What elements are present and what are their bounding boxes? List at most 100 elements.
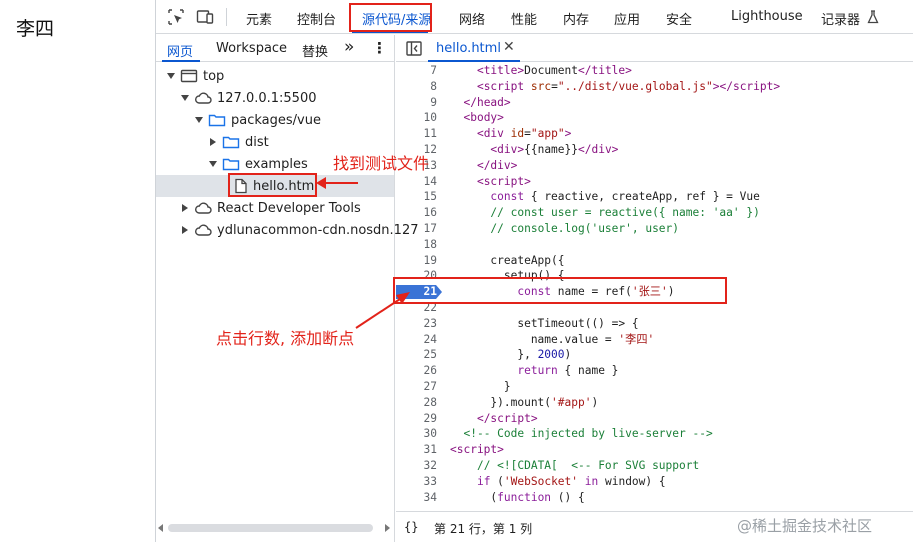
navigator-horizontal-scrollbar[interactable] xyxy=(156,521,395,535)
line-number[interactable]: 26 xyxy=(397,363,437,379)
line-number[interactable]: 31 xyxy=(397,442,437,458)
expanded-triangle-icon xyxy=(181,95,189,101)
line-number[interactable]: 18 xyxy=(397,237,437,253)
navigator-menu-button[interactable]: ⋮ xyxy=(372,39,387,57)
line-number[interactable]: 19 xyxy=(397,253,437,269)
device-toolbar-icon[interactable] xyxy=(196,8,214,26)
collapsed-triangle-icon xyxy=(182,204,188,212)
tree-item-examples[interactable]: examples xyxy=(208,153,308,175)
code-line: createApp({ xyxy=(450,253,565,267)
tree-label: 127.0.0.1:5500 xyxy=(217,90,317,106)
line-number[interactable]: 10 xyxy=(397,110,437,126)
annotation-arrow-up xyxy=(355,292,410,329)
cursor-position: 第 21 行，第 1 列 xyxy=(434,522,533,536)
tab-performance[interactable]: 性能 xyxy=(511,9,537,28)
line-number[interactable]: 32 xyxy=(397,458,437,474)
line-number[interactable]: 29 xyxy=(397,411,437,427)
tab-application[interactable]: 应用 xyxy=(614,9,640,28)
line-number[interactable]: 30 xyxy=(397,426,437,442)
file-tab-underline xyxy=(428,60,520,62)
watermark: @稀土掘金技术社区 xyxy=(737,517,873,535)
cloud-icon xyxy=(195,92,212,104)
folder-icon xyxy=(222,158,240,171)
tree-item-top[interactable]: top xyxy=(166,65,224,87)
editor-tabs: hello.html ✕ xyxy=(396,35,913,62)
tree-item-cdn[interactable]: ydlunacommon-cdn.nosdn.127 xyxy=(180,219,419,241)
cloud-icon xyxy=(195,224,212,236)
tree-item-host[interactable]: 127.0.0.1:5500 xyxy=(180,87,317,109)
tab-page[interactable]: 网页 xyxy=(167,41,193,60)
code-line: // <![CDATA[ <-- For SVG support xyxy=(476,459,700,472)
devtools-toolbar: 元素 控制台 源代码/来源 网络 性能 内存 应用 安全 Lighthouse … xyxy=(156,0,913,34)
tab-overrides[interactable]: 替换 xyxy=(302,41,328,60)
tab-console[interactable]: 控制台 xyxy=(297,9,336,28)
line-number[interactable]: 11 xyxy=(397,126,437,142)
line-number[interactable]: 33 xyxy=(397,474,437,490)
tab-memory[interactable]: 内存 xyxy=(563,9,589,28)
folder-icon xyxy=(222,136,240,149)
line-number[interactable]: 17 xyxy=(397,221,437,237)
scroll-right-icon[interactable] xyxy=(384,524,390,532)
close-tab-icon[interactable]: ✕ xyxy=(503,39,515,55)
cloud-icon xyxy=(195,202,212,214)
line-number[interactable]: 34 xyxy=(397,490,437,506)
expanded-triangle-icon xyxy=(209,161,217,167)
code-line: (function () { xyxy=(450,490,585,504)
tree-label: dist xyxy=(245,134,269,150)
line-number[interactable]: 9 xyxy=(397,95,437,111)
code-line: // const user = reactive({ name: 'aa' }) xyxy=(490,206,760,220)
line-number[interactable]: 14 xyxy=(397,174,437,190)
tab-security[interactable]: 安全 xyxy=(666,9,692,28)
devtools-panel: 元素 控制台 源代码/来源 网络 性能 内存 应用 安全 Lighthouse … xyxy=(155,0,913,542)
file-tab-hello-html[interactable]: hello.html xyxy=(436,41,501,56)
code-line: <title>Document</title> xyxy=(476,64,632,77)
expanded-triangle-icon xyxy=(195,117,203,123)
code-line: </head> xyxy=(463,95,511,109)
tree-item-react-devtools[interactable]: React Developer Tools xyxy=(180,197,361,219)
code-line: setTimeout(() => { xyxy=(450,316,639,330)
line-number[interactable]: 28 xyxy=(397,395,437,411)
tree-item-dist[interactable]: dist xyxy=(208,131,269,153)
tree-label: top xyxy=(203,68,225,84)
tab-lighthouse[interactable]: Lighthouse xyxy=(731,9,803,24)
line-number[interactable]: 7 xyxy=(397,63,437,79)
line-number[interactable]: 8 xyxy=(397,79,437,95)
line-number[interactable]: 27 xyxy=(397,379,437,395)
highlight-breakpoint-line xyxy=(393,277,727,304)
tree-label: ydlunacommon-cdn.nosdn.127 xyxy=(217,222,419,238)
annotation-click-line: 点击行数, 添加断点 xyxy=(216,329,355,348)
highlight-sources-tab xyxy=(349,3,432,32)
tab-recorder[interactable]: 记录器 xyxy=(821,9,860,28)
line-number[interactable]: 25 xyxy=(397,347,437,363)
code-line: }, 2000) xyxy=(450,348,572,362)
annotation-arrow-left xyxy=(316,177,358,189)
tree-label: packages/vue xyxy=(231,112,321,128)
annotation-find-file: 找到测试文件 xyxy=(333,154,430,173)
code-line: // console.log('user', user) xyxy=(490,222,680,235)
code-line: <script src="../dist/vue.global.js"></sc… xyxy=(476,79,781,93)
frame-icon xyxy=(180,69,198,83)
page-text: 李四 xyxy=(16,18,55,40)
file-navigator: 网页 Workspace 替换 » ⋮ top 127.0.0.1:5500 p… xyxy=(156,35,419,542)
code-line: <div id="app"> xyxy=(476,127,572,141)
more-tabs-button[interactable]: » xyxy=(344,37,354,57)
navigator-tabs: 网页 Workspace 替换 » ⋮ xyxy=(156,35,395,62)
code-line: </div> xyxy=(476,158,518,172)
toggle-navigator-icon[interactable] xyxy=(406,41,422,56)
code-line: <div>{{name}}</div> xyxy=(490,143,619,156)
scroll-left-icon[interactable] xyxy=(158,524,164,532)
inspect-element-icon[interactable] xyxy=(167,8,185,26)
scrollbar-thumb[interactable] xyxy=(168,524,373,532)
line-number[interactable]: 15 xyxy=(397,189,437,205)
tab-elements[interactable]: 元素 xyxy=(246,9,272,28)
tab-network[interactable]: 网络 xyxy=(459,9,485,28)
code-line: }).mount('#app') xyxy=(450,395,599,409)
expanded-triangle-icon xyxy=(167,73,175,79)
tab-workspace[interactable]: Workspace xyxy=(216,41,287,56)
line-number[interactable]: 16 xyxy=(397,205,437,221)
tree-item-packages-vue[interactable]: packages/vue xyxy=(194,109,321,131)
code-line: <script> xyxy=(450,443,504,457)
line-number[interactable]: 24 xyxy=(397,332,437,348)
pretty-print-button[interactable]: {} xyxy=(404,520,418,534)
flask-icon xyxy=(867,10,879,24)
